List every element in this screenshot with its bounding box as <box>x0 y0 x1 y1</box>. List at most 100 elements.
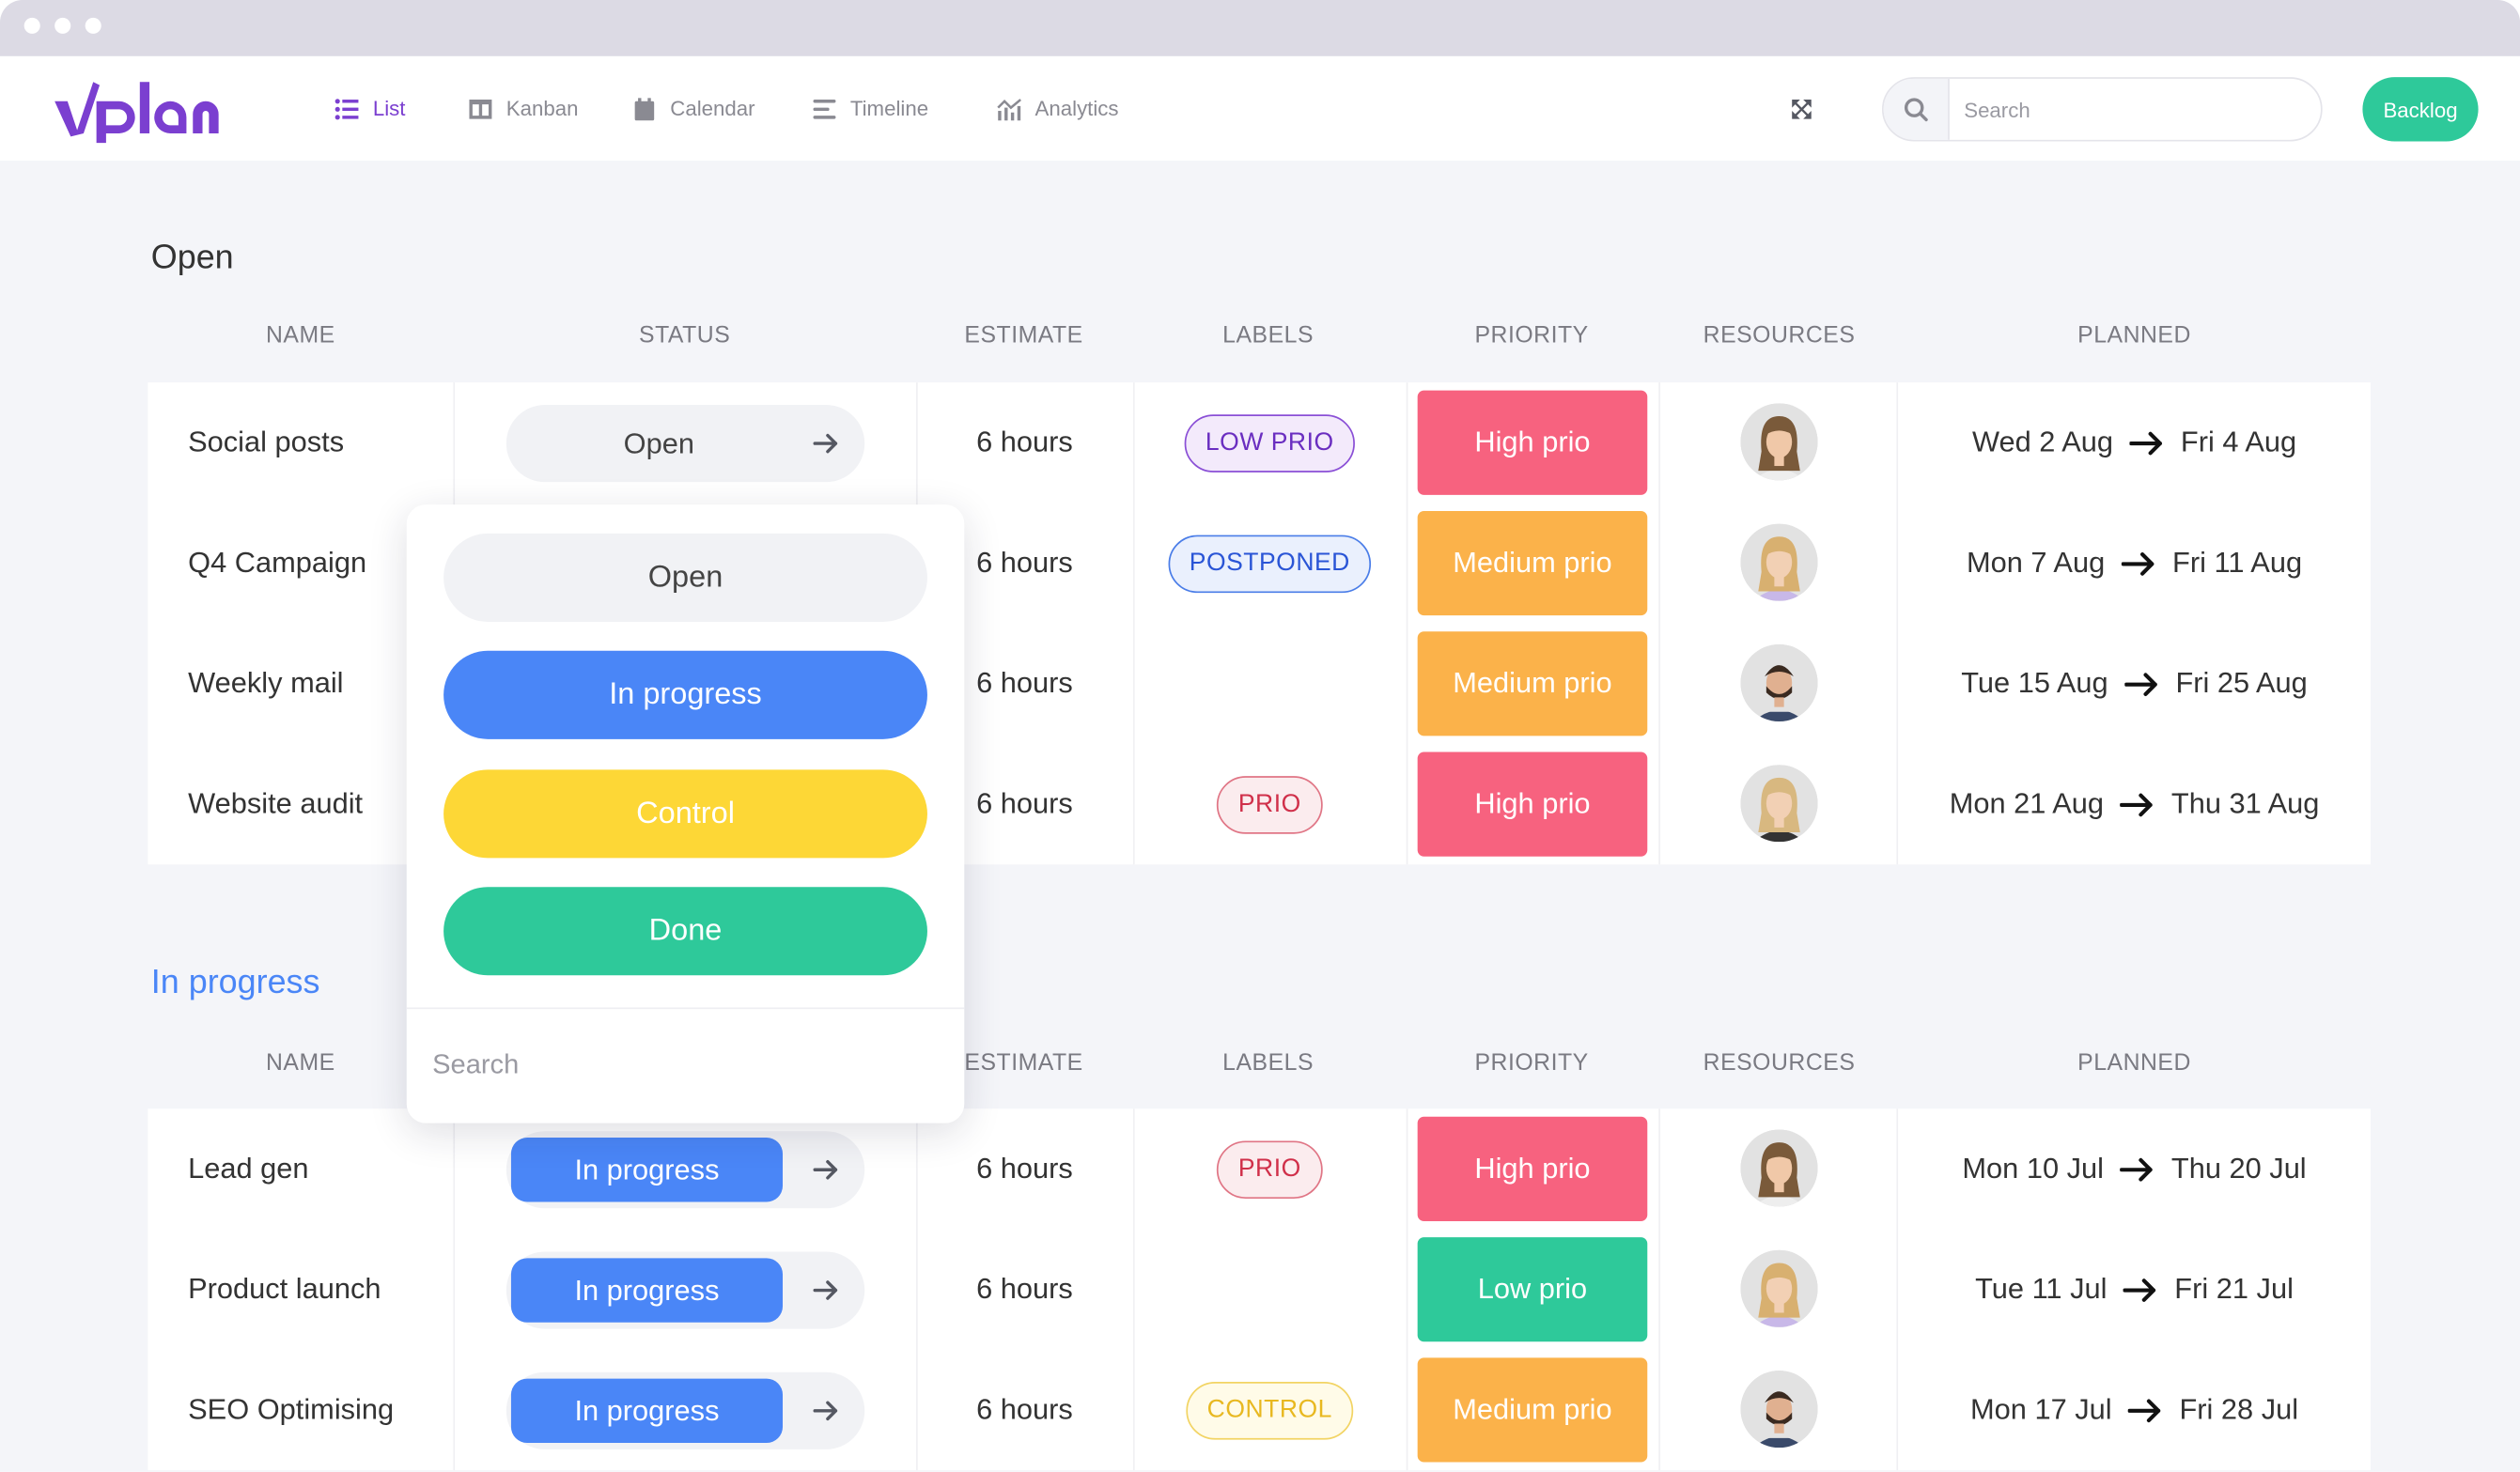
planned-range[interactable]: Mon 21 Aug Thu 31 Aug <box>1900 744 2369 864</box>
window-close-dot[interactable] <box>23 17 40 34</box>
window-titlebar <box>0 0 2520 56</box>
labels-cell[interactable]: POSTPONED <box>1133 503 1407 623</box>
label-badge[interactable]: PRIO <box>1217 1139 1322 1199</box>
status-dropdown: Open In progress Control Done <box>406 504 965 1123</box>
arrow-right-icon[interactable] <box>810 1395 842 1427</box>
arrow-right-icon <box>2129 430 2162 455</box>
label-badge[interactable]: POSTPONED <box>1168 534 1372 593</box>
task-name[interactable]: Product launch <box>188 1230 381 1350</box>
column-header-name[interactable]: NAME <box>266 323 335 349</box>
task-name[interactable]: Lead gen <box>188 1108 308 1229</box>
table-row[interactable]: Product launch In progress 6 hours Low prio… <box>148 1230 2371 1350</box>
nav-tab-kanban[interactable]: Kanban <box>468 56 579 161</box>
priority-badge[interactable]: High prio <box>1417 751 1648 857</box>
task-name[interactable]: Website audit <box>188 744 363 864</box>
column-header-resources[interactable]: RESOURCES <box>1703 323 1856 349</box>
planned-range[interactable]: Mon 17 Jul Fri 28 Jul <box>1900 1350 2369 1470</box>
column-header-estimate[interactable]: ESTIMATE <box>964 323 1082 349</box>
fullscreen-icon[interactable] <box>1790 98 1812 120</box>
labels-cell[interactable]: PRIO <box>1133 744 1407 864</box>
status-option-done[interactable]: Done <box>443 887 927 976</box>
table-row[interactable]: Lead gen In progress 6 hours PRIO High prio M… <box>148 1108 2371 1229</box>
column-header-labels[interactable]: LABELS <box>1222 323 1314 349</box>
arrow-right-icon[interactable] <box>810 427 842 459</box>
column-header-priority[interactable]: PRIORITY <box>1474 323 1588 349</box>
planned-start: Mon 7 Aug <box>1966 546 2106 579</box>
status-option-open[interactable]: Open <box>443 533 927 622</box>
avatar[interactable] <box>1740 1129 1818 1207</box>
nav-tab-calendar[interactable]: Calendar <box>631 56 755 161</box>
backlog-button[interactable]: Backlog <box>2362 77 2479 142</box>
labels-cell[interactable]: CONTROL <box>1133 1350 1407 1470</box>
nav-tab-label: Timeline <box>849 96 929 121</box>
column-header-labels[interactable]: LABELS <box>1222 1051 1314 1077</box>
planned-start: Tue 11 Jul <box>1975 1272 2108 1305</box>
status-search-input[interactable] <box>432 1034 931 1096</box>
labels-cell[interactable] <box>1133 624 1407 744</box>
status-value[interactable]: In progress <box>510 1378 784 1444</box>
search-field <box>1881 77 2323 142</box>
priority-badge[interactable]: High prio <box>1417 390 1648 495</box>
nav-tab-list[interactable]: List <box>334 56 405 161</box>
avatar[interactable] <box>1740 643 1818 722</box>
column-header-estimate[interactable]: ESTIMATE <box>964 1051 1082 1077</box>
labels-cell[interactable] <box>1133 1230 1407 1350</box>
priority-badge[interactable]: High prio <box>1417 1116 1648 1221</box>
priority-badge[interactable]: Medium prio <box>1417 631 1648 736</box>
column-header-name[interactable]: NAME <box>266 1051 335 1077</box>
nav-tab-timeline[interactable]: Timeline <box>812 56 928 161</box>
table-row[interactable]: SEO Optimising In progress 6 hours CONTROL M… <box>148 1350 2371 1470</box>
window-maximize-dot[interactable] <box>85 17 101 34</box>
planned-range[interactable]: Wed 2 Aug Fri 4 Aug <box>1900 382 2369 503</box>
vplan-logo[interactable] <box>54 75 238 144</box>
planned-end: Thu 20 Jul <box>2170 1152 2307 1185</box>
priority-badge[interactable]: Medium prio <box>1417 510 1648 616</box>
planned-range[interactable]: Tue 11 Jul Fri 21 Jul <box>1900 1230 2369 1350</box>
avatar[interactable] <box>1740 765 1818 843</box>
label-badge[interactable]: LOW PRIO <box>1184 413 1355 473</box>
column-header-status[interactable]: STATUS <box>639 323 730 349</box>
planned-end: Fri 4 Aug <box>2180 426 2297 458</box>
planned-start: Mon 21 Aug <box>1949 787 2105 820</box>
nav-tab-label: Kanban <box>506 96 579 121</box>
status-value[interactable]: Open <box>506 405 812 482</box>
column-header-priority[interactable]: PRIORITY <box>1474 1051 1588 1077</box>
status-control[interactable]: Open <box>506 405 865 483</box>
status-control[interactable]: In progress <box>506 1371 865 1449</box>
label-badge[interactable]: PRIO <box>1217 775 1322 833</box>
status-option-control[interactable]: Control <box>443 769 927 859</box>
avatar[interactable] <box>1740 1371 1818 1449</box>
avatar[interactable] <box>1740 1249 1818 1327</box>
arrow-right-icon[interactable] <box>810 1154 842 1185</box>
status-value[interactable]: In progress <box>510 1258 784 1323</box>
planned-range[interactable]: Mon 7 Aug Fri 11 Aug <box>1900 503 2369 623</box>
avatar[interactable] <box>1740 523 1818 601</box>
label-badge[interactable]: CONTROL <box>1186 1381 1354 1439</box>
column-header-resources[interactable]: RESOURCES <box>1703 1051 1856 1077</box>
nav-tab-analytics[interactable]: Analytics <box>997 56 1119 161</box>
task-name[interactable]: Q4 Campaign <box>188 503 366 623</box>
labels-cell[interactable]: LOW PRIO <box>1133 382 1407 503</box>
column-header-planned[interactable]: PLANNED <box>2077 1051 2191 1077</box>
search-input[interactable] <box>1964 78 2302 140</box>
planned-range[interactable]: Mon 10 Jul Thu 20 Jul <box>1900 1108 2369 1229</box>
priority-badge[interactable]: Low prio <box>1417 1237 1648 1342</box>
column-header-planned[interactable]: PLANNED <box>2077 323 2191 349</box>
section-title-in-progress: In progress <box>150 964 320 1001</box>
arrow-right-icon[interactable] <box>810 1274 842 1306</box>
estimate: 6 hours <box>976 1272 1073 1305</box>
table-row[interactable]: Social posts Open 6 hours LOW PRIO High prio… <box>148 382 2371 503</box>
planned-range[interactable]: Tue 15 Aug Fri 25 Aug <box>1900 624 2369 744</box>
status-control[interactable]: In progress <box>506 1131 865 1209</box>
priority-badge[interactable]: Medium prio <box>1417 1357 1648 1463</box>
avatar[interactable] <box>1740 403 1818 481</box>
labels-cell[interactable]: PRIO <box>1133 1108 1407 1229</box>
task-name[interactable]: Social posts <box>188 382 344 503</box>
status-control[interactable]: In progress <box>506 1251 865 1329</box>
window-minimize-dot[interactable] <box>54 17 71 34</box>
task-name[interactable]: SEO Optimising <box>188 1350 394 1470</box>
status-value[interactable]: In progress <box>510 1138 784 1202</box>
status-option-in-progress[interactable]: In progress <box>443 650 927 739</box>
task-name[interactable]: Weekly mail <box>188 624 343 744</box>
arrow-right-icon <box>2127 1398 2161 1422</box>
